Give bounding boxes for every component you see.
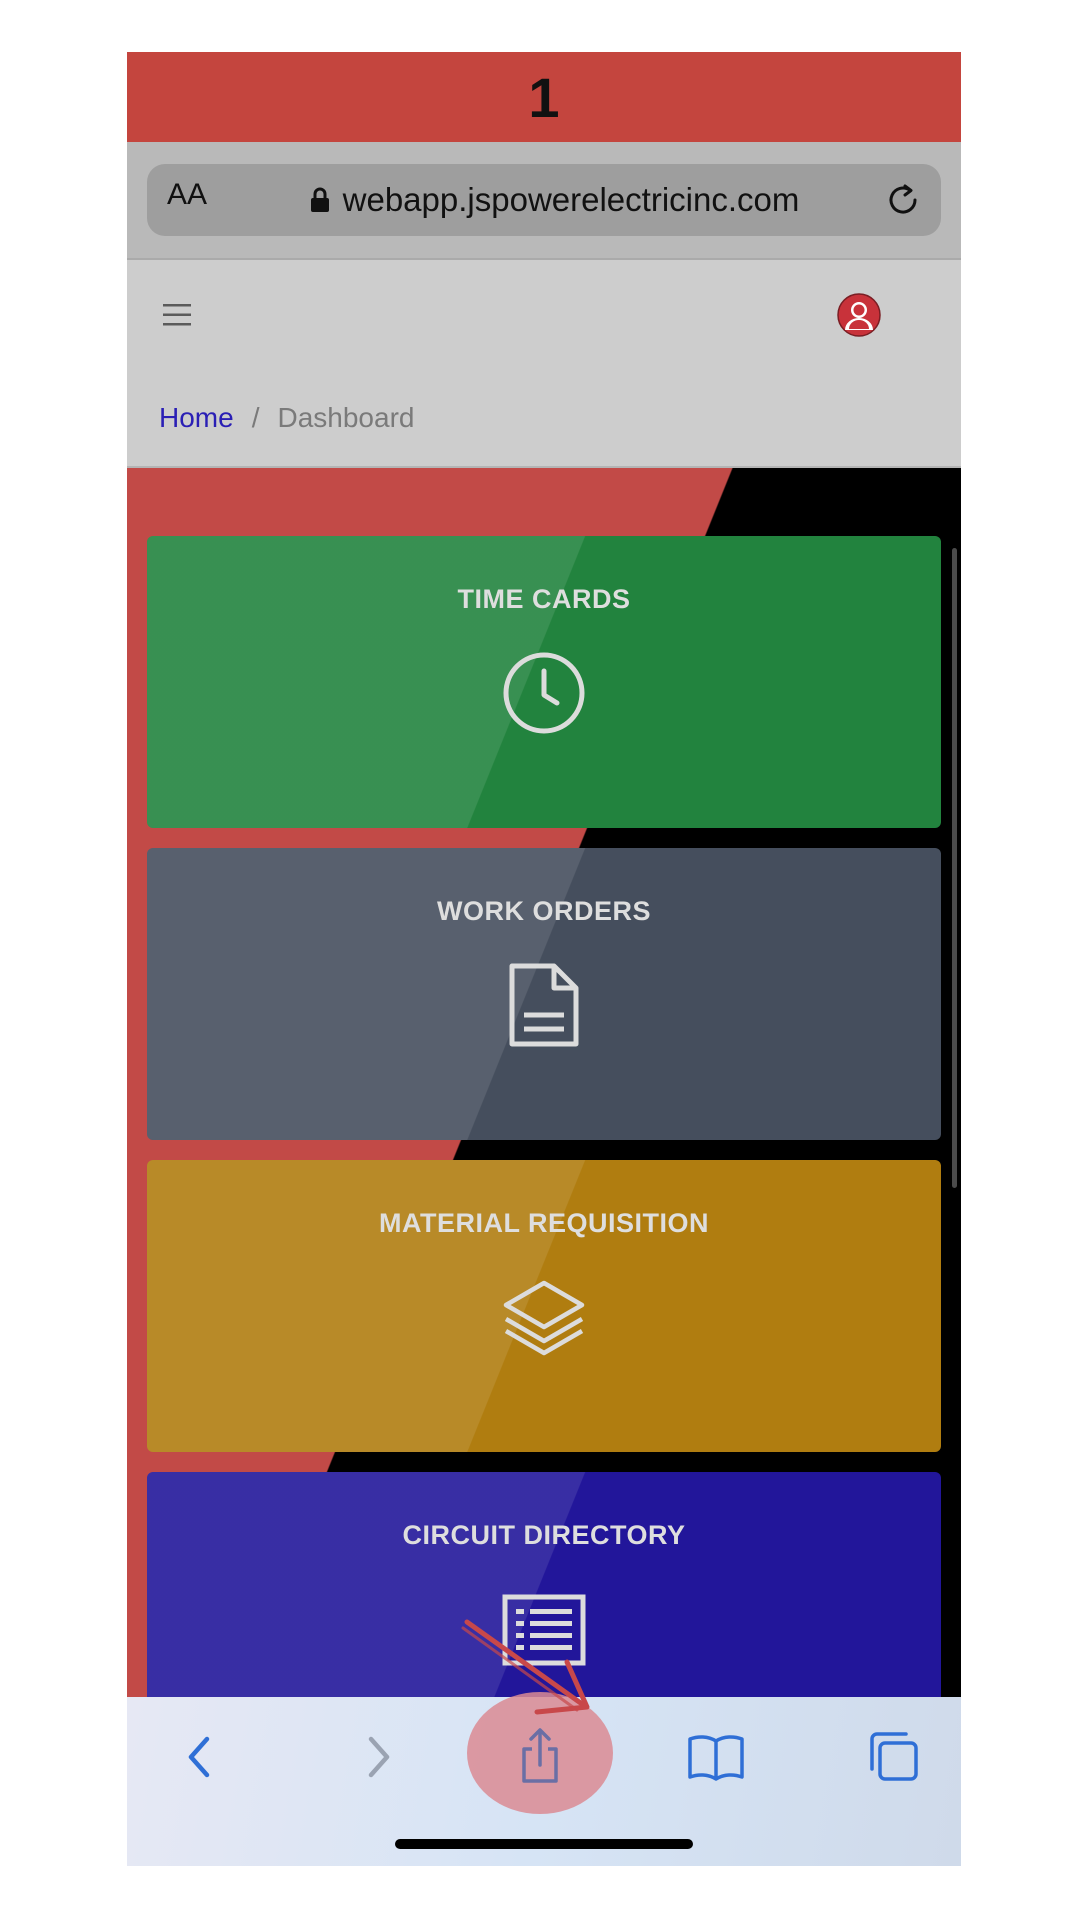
material-requisition-card[interactable]: MATERIAL REQUISITION — [147, 1160, 941, 1452]
breadcrumb-separator: / — [251, 402, 260, 433]
card-title: TIME CARDS — [457, 584, 631, 614]
book-icon[interactable] — [684, 1725, 748, 1789]
reload-icon[interactable] — [883, 180, 923, 220]
step-banner: 1 — [127, 52, 961, 142]
breadcrumb-current: Dashboard — [277, 402, 415, 433]
url-display[interactable]: webapp.jspowerelectricinc.com — [287, 164, 821, 236]
home-indicator — [395, 1839, 693, 1849]
list-table-icon — [502, 1594, 586, 1666]
browser-toolbar — [127, 1692, 961, 1866]
site-header — [127, 258, 961, 372]
card-title: WORK ORDERS — [437, 896, 651, 926]
tabs-icon[interactable] — [862, 1725, 926, 1789]
url-text: webapp.jspowerelectricinc.com — [342, 181, 800, 218]
work-orders-card[interactable]: WORK ORDERS — [147, 848, 941, 1140]
hamburger-icon[interactable] — [163, 304, 191, 326]
clock-icon — [503, 652, 585, 734]
scrollbar[interactable] — [952, 548, 957, 1188]
chevron-right-icon[interactable] — [345, 1725, 409, 1789]
lock-icon — [310, 187, 329, 212]
user-avatar-icon[interactable] — [837, 293, 881, 337]
breadcrumb-home-link[interactable]: Home — [159, 402, 234, 434]
document-icon — [509, 963, 579, 1047]
step-number: 1 — [528, 65, 560, 129]
text-size-button[interactable]: AA — [167, 178, 207, 212]
layers-icon — [503, 1280, 585, 1356]
card-title: MATERIAL REQUISITION — [378, 1208, 709, 1238]
phone-screen: 1 AA webapp.jspowerelectricinc.com Home … — [127, 52, 961, 1866]
address-bar[interactable]: AA webapp.jspowerelectricinc.com — [147, 164, 941, 236]
time-cards-card[interactable]: TIME CARDS — [147, 536, 941, 828]
web-content: Home / Dashboard TIME CARDS WORK ORDERS — [127, 258, 961, 1764]
share-icon[interactable] — [508, 1725, 572, 1789]
breadcrumb: Home / Dashboard — [127, 370, 961, 468]
chevron-left-icon[interactable] — [169, 1725, 233, 1789]
address-bar-area: AA webapp.jspowerelectricinc.com — [127, 142, 961, 258]
card-title: CIRCUIT DIRECTORY — [402, 1520, 686, 1550]
